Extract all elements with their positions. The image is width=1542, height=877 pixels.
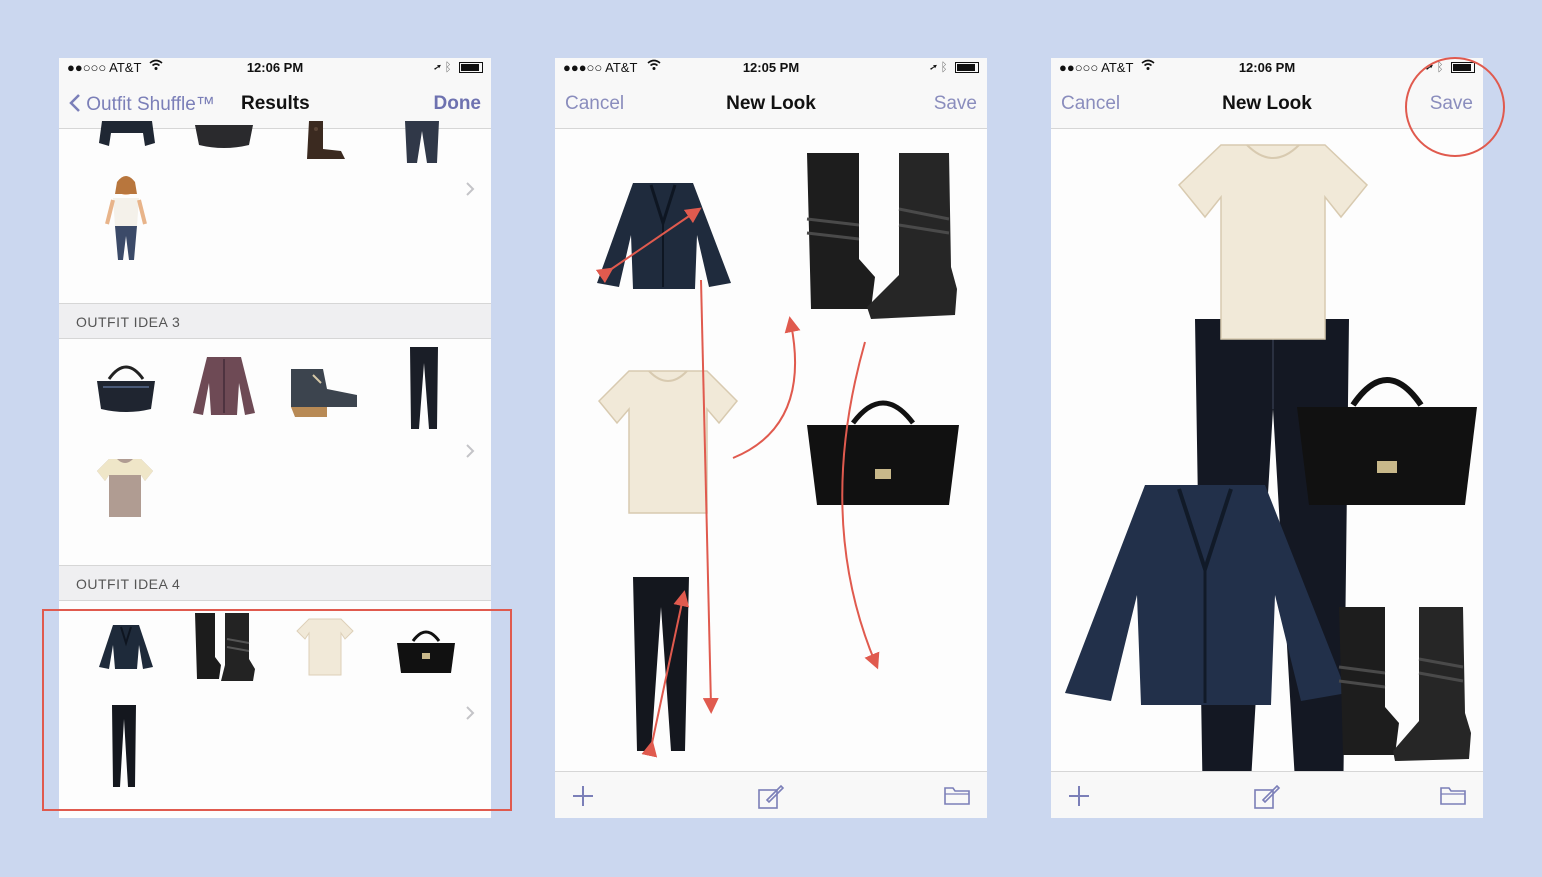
folder-icon[interactable] (1439, 784, 1467, 806)
plus-icon[interactable] (571, 784, 595, 808)
jeans-item (410, 347, 438, 429)
compose-icon[interactable] (1253, 784, 1281, 810)
bag-item (195, 125, 253, 148)
location-arrow-icon: ➚ (433, 60, 442, 74)
canvas[interactable] (1051, 129, 1483, 818)
new-look-arranged-screen: ●●○○○ AT&T 12:06 PM ➚ ᛒ Cancel New Look … (1051, 58, 1483, 818)
compose-icon[interactable] (757, 784, 785, 810)
page-title: Results (241, 93, 310, 114)
blazer-item[interactable] (1061, 479, 1351, 709)
section-header-label: OUTFIT IDEA 3 (76, 314, 181, 330)
bag-item (97, 365, 155, 412)
back-button[interactable]: Outfit Shuffle™ (69, 93, 215, 116)
plus-icon[interactable] (1067, 784, 1091, 808)
boots-item[interactable] (1335, 603, 1475, 763)
new-look-editor-screen: ●●●○○ AT&T 12:05 PM ➚ ᛒ Cancel New Look … (555, 58, 987, 818)
outfit-row[interactable] (59, 339, 491, 565)
done-button[interactable]: Done (434, 93, 482, 115)
chevron-right-icon[interactable] (465, 443, 475, 459)
save-highlight-circle (1405, 57, 1505, 157)
chevron-right-icon[interactable] (465, 181, 475, 197)
section-header-label: OUTFIT IDEA 4 (76, 576, 181, 592)
folder-icon[interactable] (943, 784, 971, 806)
lace-top-item[interactable] (1175, 141, 1371, 345)
section-header: OUTFIT IDEA 4 (59, 565, 491, 601)
outfit-row[interactable] (59, 121, 491, 301)
tshirt-item (97, 459, 153, 517)
status-time: 12:06 PM (246, 60, 304, 75)
back-label: Outfit Shuffle™ (86, 94, 215, 115)
highlight-box (42, 609, 512, 811)
section-header: OUTFIT IDEA 3 (59, 303, 491, 339)
jeans-item (405, 121, 439, 163)
bottom-toolbar (555, 771, 987, 818)
battery-icon (459, 62, 483, 74)
bluetooth-icon: ᛒ (444, 60, 452, 74)
model-item (105, 176, 147, 260)
boots-item (307, 121, 345, 159)
bottom-toolbar (1051, 771, 1483, 818)
drag-arrows-overlay (595, 207, 880, 758)
status-bar: ●●○○○ AT&T 12:06 PM ➚ ᛒ (59, 58, 491, 78)
wedge-boots-item (291, 369, 357, 417)
jacket-item (193, 357, 255, 415)
chevron-left-icon (69, 94, 80, 112)
jacket-item (99, 121, 155, 146)
